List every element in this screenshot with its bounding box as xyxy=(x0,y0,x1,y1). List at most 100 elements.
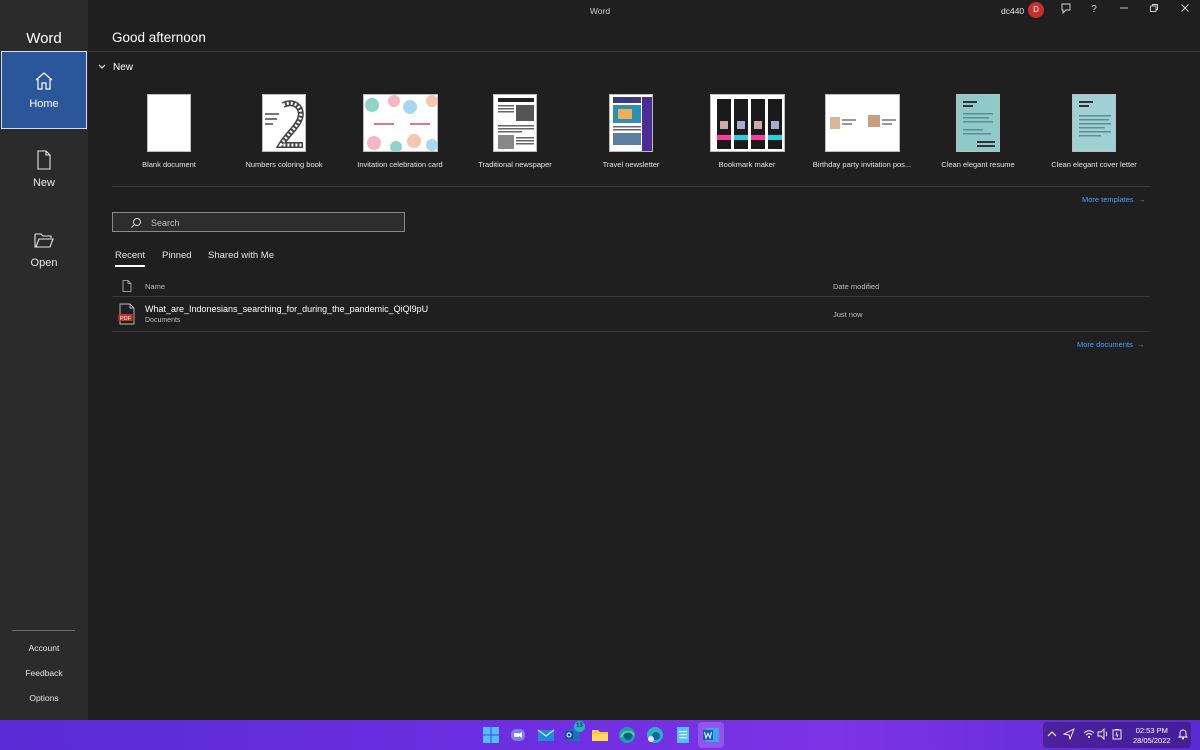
feedback-link[interactable]: Feedback xyxy=(0,668,88,678)
template-thumbnail xyxy=(493,94,537,152)
template-label: Traditional newspaper xyxy=(478,160,552,169)
teams-chat-icon[interactable] xyxy=(508,725,528,745)
sidebar-item-open[interactable]: Open xyxy=(1,211,87,289)
edge-profile-icon[interactable] xyxy=(645,725,665,745)
help-icon[interactable]: ? xyxy=(1086,3,1102,17)
template-label: Invitation celebration card xyxy=(357,160,443,169)
clock-date: 28/05/2022 xyxy=(1133,736,1171,745)
template-thumbnail xyxy=(147,94,191,152)
sidebar-item-new[interactable]: New xyxy=(1,131,87,209)
arrow-right-icon: → xyxy=(1134,340,1145,349)
tab-shared-with-me[interactable]: Shared with Me xyxy=(208,250,274,265)
close-icon[interactable] xyxy=(1177,3,1193,17)
template-clean-elegant-cover-letter[interactable]: Clean elegant cover letter xyxy=(1036,94,1152,169)
sidebar-item-label: New xyxy=(32,177,55,189)
sidebar-item-home[interactable]: Home xyxy=(1,51,87,129)
feedback-icon[interactable] xyxy=(1058,3,1074,17)
template-label: Travel newsletter xyxy=(602,160,660,169)
template-thumbnail xyxy=(1072,94,1116,152)
template-thumbnail xyxy=(362,94,438,152)
folder-open-icon xyxy=(34,233,54,248)
file-explorer-icon[interactable] xyxy=(590,725,610,745)
account-name[interactable]: dc440 xyxy=(1001,6,1024,16)
mail-icon[interactable] xyxy=(536,725,556,745)
header-divider xyxy=(88,51,1200,52)
more-templates-label: More templates xyxy=(1082,195,1134,204)
svg-text:PDF: PDF xyxy=(120,316,132,322)
template-travel-newsletter[interactable]: Travel newsletter xyxy=(573,94,689,169)
word-app-icon[interactable] xyxy=(701,725,721,745)
template-numbers-coloring-book[interactable]: Numbers coloring book xyxy=(226,94,342,169)
table-row[interactable]: PDF What_are_Indonesians_searching_for_d… xyxy=(112,298,1150,330)
search-input[interactable] xyxy=(151,215,391,230)
edge-browser-icon[interactable] xyxy=(617,725,637,745)
template-traditional-newspaper[interactable]: Traditional newspaper xyxy=(457,94,573,169)
sidebar-item-label: Home xyxy=(29,98,59,110)
word-start-screen: Word Home New Open Account Feedback Opti… xyxy=(0,0,1200,720)
more-documents-link[interactable]: More documents → xyxy=(1077,340,1145,349)
minimize-icon[interactable] xyxy=(1116,3,1132,17)
row-divider xyxy=(112,296,1150,297)
row-divider xyxy=(112,331,1150,332)
clock-time: 02:53 PM xyxy=(1135,726,1168,735)
template-label: Birthday party invitation pos... xyxy=(812,160,912,169)
restore-icon[interactable] xyxy=(1146,3,1162,17)
title-bar: Word dc440 D ? xyxy=(88,0,1200,22)
template-thumbnail xyxy=(709,94,785,152)
template-label: Clean elegant resume xyxy=(941,160,1015,169)
notepad-icon[interactable] xyxy=(673,725,693,745)
chevron-down-icon xyxy=(98,62,108,72)
file-date-modified: Just now xyxy=(833,310,863,319)
template-label: Numbers coloring book xyxy=(245,160,323,169)
column-header-name[interactable]: Name xyxy=(145,282,165,291)
tab-pinned[interactable]: Pinned xyxy=(162,250,192,265)
sidebar-item-label: Open xyxy=(30,257,58,269)
options-link[interactable]: Options xyxy=(0,693,88,703)
template-thumbnail xyxy=(824,94,900,152)
template-label: Clean elegant cover letter xyxy=(1051,160,1137,169)
account-link[interactable]: Account xyxy=(0,643,88,653)
template-blank-document[interactable]: Blank document xyxy=(111,94,227,169)
template-invitation-celebration-card[interactable]: Invitation celebration card xyxy=(342,94,458,169)
avatar[interactable]: D xyxy=(1028,2,1044,18)
windows-start-icon[interactable] xyxy=(481,725,501,745)
template-bookmark-maker[interactable]: Bookmark maker xyxy=(689,94,805,169)
tab-recent[interactable]: Recent xyxy=(115,250,146,267)
file-type-icon xyxy=(122,280,132,292)
window-title: Word xyxy=(589,6,611,16)
template-thumbnail xyxy=(609,94,653,152)
chevron-up-icon[interactable] xyxy=(1046,728,1058,740)
template-label: Bookmark maker xyxy=(718,160,776,169)
template-clean-elegant-resume[interactable]: Clean elegant resume xyxy=(920,94,1036,169)
home-icon xyxy=(35,72,53,90)
file-name: What_are_Indonesians_searching_for_durin… xyxy=(145,304,429,314)
templates-divider xyxy=(112,186,1150,187)
new-section-toggle[interactable]: New xyxy=(98,62,133,73)
sidebar: Word Home New Open Account Feedback Opti… xyxy=(0,0,88,720)
battery-icon[interactable] xyxy=(1111,728,1123,740)
column-header-date-modified[interactable]: Date modified xyxy=(833,282,879,291)
template-thumbnail xyxy=(956,94,1000,152)
template-thumbnail xyxy=(262,94,306,152)
app-name: Word xyxy=(26,30,62,47)
more-templates-link[interactable]: More templates → xyxy=(1082,195,1145,204)
pdf-file-icon: PDF xyxy=(118,303,135,325)
sidebar-divider xyxy=(12,630,75,631)
section-title: New xyxy=(113,62,134,73)
file-location: Documents xyxy=(145,317,181,324)
search-icon xyxy=(131,218,141,228)
system-clock[interactable]: 02:53 PM 28/05/2022 xyxy=(1133,726,1171,746)
taskbar: 13 02:53 PM 28/05/2022 xyxy=(0,720,1200,750)
notifications-icon[interactable] xyxy=(1177,728,1189,740)
template-label: Blank document xyxy=(142,160,196,169)
volume-icon[interactable] xyxy=(1097,728,1109,740)
wifi-icon[interactable] xyxy=(1083,728,1095,740)
search-box[interactable] xyxy=(112,212,405,232)
new-document-icon xyxy=(37,150,51,170)
more-documents-label: More documents xyxy=(1077,340,1133,349)
page-title: Good afternoon xyxy=(112,30,206,45)
notification-badge: 13 xyxy=(574,721,585,732)
location-icon[interactable] xyxy=(1063,728,1075,740)
arrow-right-icon: → xyxy=(1135,195,1146,204)
template-birthday-party-invitation[interactable]: Birthday party invitation pos... xyxy=(804,94,920,169)
